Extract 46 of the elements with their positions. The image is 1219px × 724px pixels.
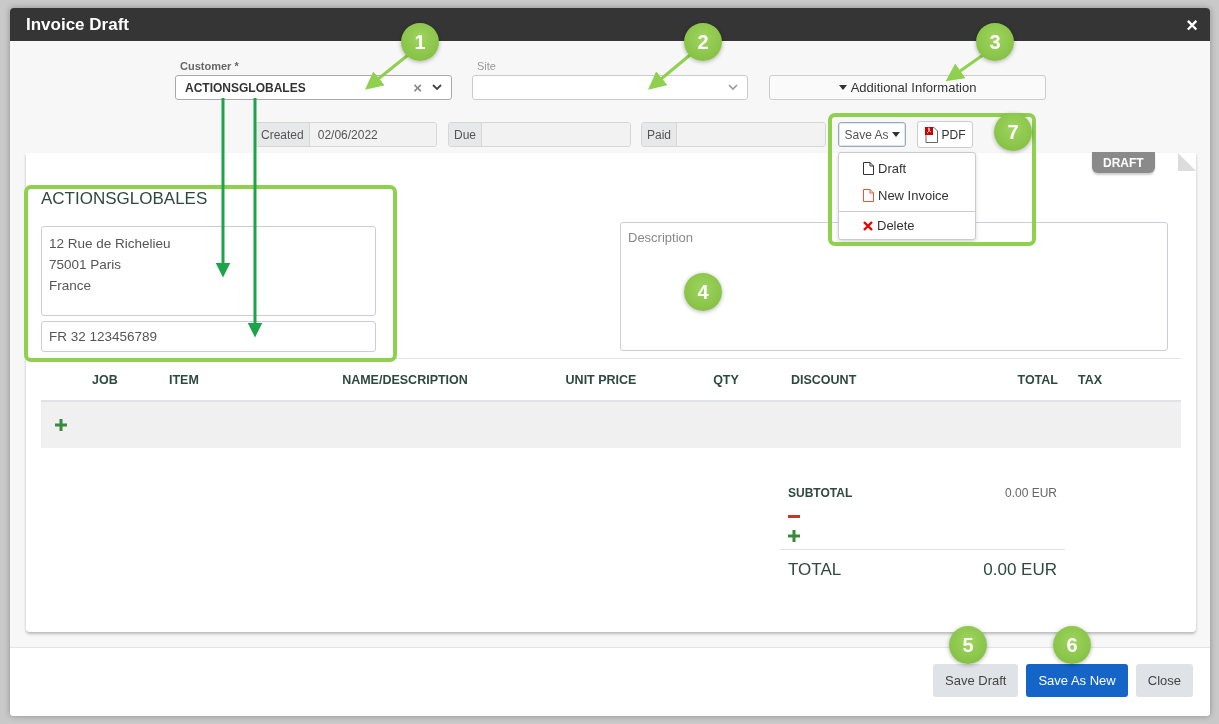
column-header: QTY	[712, 372, 740, 387]
pointer-arrow	[648, 53, 691, 90]
total-label: TOTAL	[788, 560, 842, 580]
caret-icon	[838, 85, 847, 90]
footer-button[interactable]: Save Draft	[933, 664, 1019, 697]
column-header: UNIT PRICE	[564, 372, 638, 387]
total-value: 0.00 EUR	[983, 560, 1057, 580]
document-icon	[863, 189, 874, 202]
save-as-button[interactable]: Save As	[838, 122, 906, 147]
plus-icon[interactable]	[788, 530, 800, 542]
column-header: TAX	[1077, 372, 1104, 387]
date-field[interactable]: Due	[448, 122, 631, 147]
column-header: JOB	[91, 372, 119, 387]
delete-icon	[863, 220, 873, 231]
column-header: ITEM	[169, 372, 200, 387]
document-icon	[863, 162, 874, 175]
menu-item[interactable]: New Invoice	[839, 182, 975, 209]
date-field[interactable]: Created 02/06/2022	[255, 122, 437, 147]
column-header: NAME/DESCRIPTION	[341, 372, 469, 387]
save-as-new-button[interactable]: Save As New	[1026, 664, 1128, 697]
window-title: Invoice Draft	[26, 14, 129, 35]
date-field[interactable]: Paid	[641, 122, 826, 147]
site-label: Site	[477, 60, 497, 72]
menu-item[interactable]: Draft	[839, 155, 975, 182]
customer-label: Customer *	[180, 60, 240, 72]
caret-icon	[891, 132, 900, 137]
subtotal-label: SUBTOTAL	[788, 486, 853, 500]
additional-information-button[interactable]: Additional Information	[769, 75, 1046, 100]
vat-number-field[interactable]: FR 32 123456789	[41, 321, 376, 352]
chevron-icon	[728, 84, 738, 91]
subtotal-value: 0.00 EUR	[1004, 486, 1057, 500]
pointer-arrow	[365, 53, 409, 90]
close-button[interactable]: ×	[1186, 14, 1198, 35]
chevron-icon	[432, 84, 442, 91]
address-field[interactable]: 12 Rue de Richelieu 75001 Paris France	[41, 226, 376, 316]
pdf-button[interactable]: PDF	[917, 121, 973, 148]
customer-name: ACTIONSGLOBALES	[41, 189, 209, 209]
add-line-icon[interactable]	[55, 419, 67, 431]
customer-select[interactable]: ACTIONSGLOBALES ×	[175, 75, 452, 100]
footer-button[interactable]: Close	[1135, 664, 1193, 697]
pdf-icon	[924, 126, 938, 143]
minus-icon[interactable]	[788, 515, 800, 519]
status-badge: DRAFT	[1092, 152, 1155, 173]
column-header: DISCOUNT	[790, 372, 858, 387]
pointer-arrow	[945, 53, 984, 82]
column-header: TOTAL	[1016, 372, 1058, 387]
